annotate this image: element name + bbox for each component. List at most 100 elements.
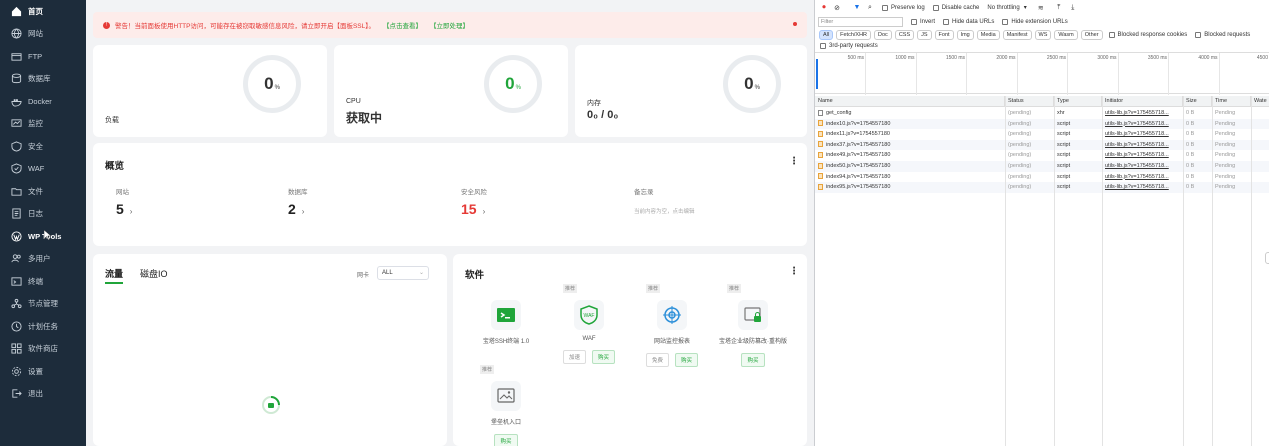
type-filter-wasm[interactable]: Wasm bbox=[1054, 29, 1078, 40]
download-icon[interactable]: ⤓ bbox=[1069, 4, 1077, 12]
request-row[interactable]: index10.js?v=1754557180 (pending) script ut… bbox=[815, 118, 1269, 130]
software-item-tamper[interactable]: 推荐 宝塔企业级防篡改·重构版 购买 bbox=[713, 284, 793, 367]
overview-sites-value[interactable]: 5 › bbox=[116, 201, 132, 217]
type-filter-other[interactable]: Other bbox=[1080, 29, 1103, 40]
throttling-select[interactable]: No throttling ▾ bbox=[987, 4, 1026, 12]
sidebar-item-wordpress[interactable]: WP Tools bbox=[0, 225, 86, 248]
buy-button[interactable]: 购买 bbox=[741, 353, 765, 367]
sidebar-item-log[interactable]: 日志 bbox=[0, 203, 86, 226]
request-row[interactable]: index11.js?v=1754557180 (pending) script ut… bbox=[815, 129, 1269, 140]
cell-initiator[interactable]: utils-lib.js?v=175455718... bbox=[1102, 129, 1183, 140]
type-filter-manifest[interactable]: Manifest bbox=[1002, 29, 1032, 40]
sidebar-item-home[interactable]: 首页 bbox=[0, 0, 86, 23]
column-header-time[interactable]: Time bbox=[1212, 96, 1251, 107]
overview-db-value[interactable]: 2 › bbox=[288, 201, 304, 217]
request-row[interactable]: index50.js?v=1754557180 (pending) script ut… bbox=[815, 161, 1269, 172]
accel-button[interactable]: 加速 bbox=[562, 350, 586, 364]
sidebar-item-ftp[interactable]: FTP bbox=[0, 45, 86, 68]
cell-initiator[interactable]: utils-lib.js?v=175455718... bbox=[1102, 119, 1183, 130]
sidebar-item-monitor[interactable]: 监控 bbox=[0, 113, 86, 136]
sidebar-item-grid[interactable]: 软件商店 bbox=[0, 338, 86, 361]
sidebar-item-gear[interactable]: 设置 bbox=[0, 360, 86, 383]
overview-memo-hint[interactable]: 当前内容为空，点击编辑 bbox=[634, 207, 695, 215]
preserve-log-toggle[interactable]: Preserve log bbox=[882, 4, 925, 11]
more-icon[interactable]: ⋮ bbox=[789, 156, 799, 167]
type-filter-fetch-xhr[interactable]: Fetch/XHR bbox=[836, 29, 872, 40]
column-header-initiator[interactable]: Initiator bbox=[1102, 96, 1183, 107]
column-header-name[interactable]: Name bbox=[815, 96, 1005, 107]
checkbox[interactable] bbox=[932, 4, 939, 11]
filter-input[interactable]: Filter bbox=[818, 16, 903, 27]
cell-name[interactable]: index37.js?v=1754557180 bbox=[815, 140, 1005, 151]
overview-risk-value[interactable]: 15 › bbox=[461, 201, 485, 217]
checkbox[interactable] bbox=[943, 18, 950, 25]
hide-data-urls-toggle[interactable]: Hide data URLs bbox=[943, 18, 994, 25]
type-filter-js[interactable]: JS bbox=[917, 29, 932, 40]
checkbox[interactable] bbox=[911, 18, 917, 25]
sidebar-item-users[interactable]: 多用户 bbox=[0, 248, 86, 271]
close-icon[interactable] bbox=[793, 22, 797, 26]
sidebar-item-terminal[interactable]: 终端 bbox=[0, 270, 86, 293]
checkbox[interactable] bbox=[820, 43, 826, 49]
cell-name[interactable]: index94.js?v=1754557180 bbox=[815, 172, 1005, 183]
checkbox[interactable] bbox=[882, 4, 888, 11]
request-row[interactable]: get_config (pending) xhr utils-lib.js?v=175… bbox=[815, 108, 1269, 119]
blocked-cookies-toggle[interactable]: Blocked response cookies bbox=[1108, 31, 1187, 38]
panel-edge-handle[interactable] bbox=[1265, 252, 1269, 264]
tab-disk-io[interactable]: 磁盘IO bbox=[140, 267, 168, 280]
type-filter-font[interactable]: Font bbox=[934, 29, 954, 40]
column-header-wate[interactable]: Wate bbox=[1251, 96, 1269, 107]
filter-icon[interactable]: ▼ bbox=[853, 4, 861, 12]
sidebar-item-docker[interactable]: Docker bbox=[0, 90, 86, 113]
cell-initiator[interactable]: utils-lib.js?v=175455718... bbox=[1102, 150, 1183, 161]
cell-name[interactable]: index10.js?v=1754557180 bbox=[815, 119, 1005, 130]
request-row[interactable]: index95.js?v=1754557180 (pending) script ut… bbox=[815, 182, 1269, 193]
cell-name[interactable]: get_config bbox=[815, 108, 1005, 119]
cell-initiator[interactable]: utils-lib.js?v=175455718... bbox=[1102, 172, 1183, 183]
cell-name[interactable]: index50.js?v=1754557180 bbox=[815, 161, 1005, 172]
type-filter-media[interactable]: Media bbox=[976, 29, 1000, 40]
request-row[interactable]: index49.js?v=1754557180 (pending) script ut… bbox=[815, 150, 1269, 161]
type-filter-ws[interactable]: WS bbox=[1034, 29, 1052, 40]
free-button[interactable]: 免费 bbox=[645, 353, 669, 367]
tab-traffic[interactable]: 流量 bbox=[105, 267, 123, 280]
memory-card[interactable]: 0% 内存 0₀ / 0₀ bbox=[575, 45, 807, 137]
sidebar-item-logout[interactable]: 退出 bbox=[0, 383, 86, 406]
hide-extension-urls-toggle[interactable]: Hide extension URLs bbox=[1002, 18, 1068, 25]
checkbox[interactable] bbox=[1195, 31, 1202, 38]
software-item-monitor[interactable]: 推荐 网站监控报表 免费 购买 bbox=[632, 284, 712, 367]
sidebar-item-clock[interactable]: 计划任务 bbox=[0, 315, 86, 338]
third-party-toggle[interactable]: 3rd-party requests bbox=[820, 43, 878, 49]
cpu-card[interactable]: 0% CPU 获取中 bbox=[334, 45, 568, 137]
sidebar-item-node[interactable]: 节点管理 bbox=[0, 293, 86, 316]
alert-view-link[interactable]: 【点击查看】 bbox=[383, 20, 422, 30]
checkbox[interactable] bbox=[1108, 31, 1115, 38]
sidebar-item-waf[interactable]: WAF bbox=[0, 158, 86, 181]
type-filter-doc[interactable]: Doc bbox=[874, 29, 892, 40]
network-timeline[interactable]: 500 ms 1000 ms 1500 ms 2000 ms 2500 ms 3000 m… bbox=[815, 52, 1269, 95]
cell-name[interactable]: index95.js?v=1754557180 bbox=[815, 182, 1005, 193]
cell-initiator[interactable]: utils-lib.js?v=175455718... bbox=[1102, 161, 1183, 172]
nic-select[interactable]: ALL ⌄ bbox=[377, 266, 429, 280]
software-item-bastion[interactable]: 推荐 堡垒机入口 购买 bbox=[466, 365, 546, 446]
wifi-settings-icon[interactable]: ≋ bbox=[1037, 4, 1045, 12]
clear-icon[interactable]: ⊘ bbox=[833, 4, 841, 12]
load-card[interactable]: 0% 负载 bbox=[93, 45, 327, 137]
alert-fix-link[interactable]: 【立即处理】 bbox=[430, 20, 469, 30]
cell-name[interactable]: index11.js?v=1754557180 bbox=[815, 129, 1005, 140]
type-filter-all[interactable]: All bbox=[819, 29, 834, 40]
disable-cache-toggle[interactable]: Disable cache bbox=[932, 4, 979, 11]
column-header-status[interactable]: Status bbox=[1005, 96, 1054, 107]
cell-initiator[interactable]: utils-lib.js?v=175455718... bbox=[1102, 140, 1183, 151]
type-filter-css[interactable]: CSS bbox=[894, 29, 915, 40]
sidebar-item-folder[interactable]: 文件 bbox=[0, 180, 86, 203]
buy-button[interactable]: 购买 bbox=[592, 350, 616, 364]
request-row[interactable]: index94.js?v=1754557180 (pending) script ut… bbox=[815, 172, 1269, 183]
request-row[interactable]: index37.js?v=1754557180 (pending) script ut… bbox=[815, 139, 1269, 151]
upload-icon[interactable]: ⤒ bbox=[1055, 4, 1063, 12]
sidebar-item-shield[interactable]: 安全 bbox=[0, 135, 86, 158]
record-icon[interactable]: ⏺ bbox=[820, 4, 828, 12]
cell-initiator[interactable]: utils-lib.js?v=175455718... bbox=[1102, 182, 1183, 193]
cell-initiator[interactable]: utils-lib.js?v=175455718... bbox=[1102, 108, 1183, 119]
software-item-ssh[interactable]: 宝塔SSH终端 1.0 bbox=[466, 300, 546, 345]
